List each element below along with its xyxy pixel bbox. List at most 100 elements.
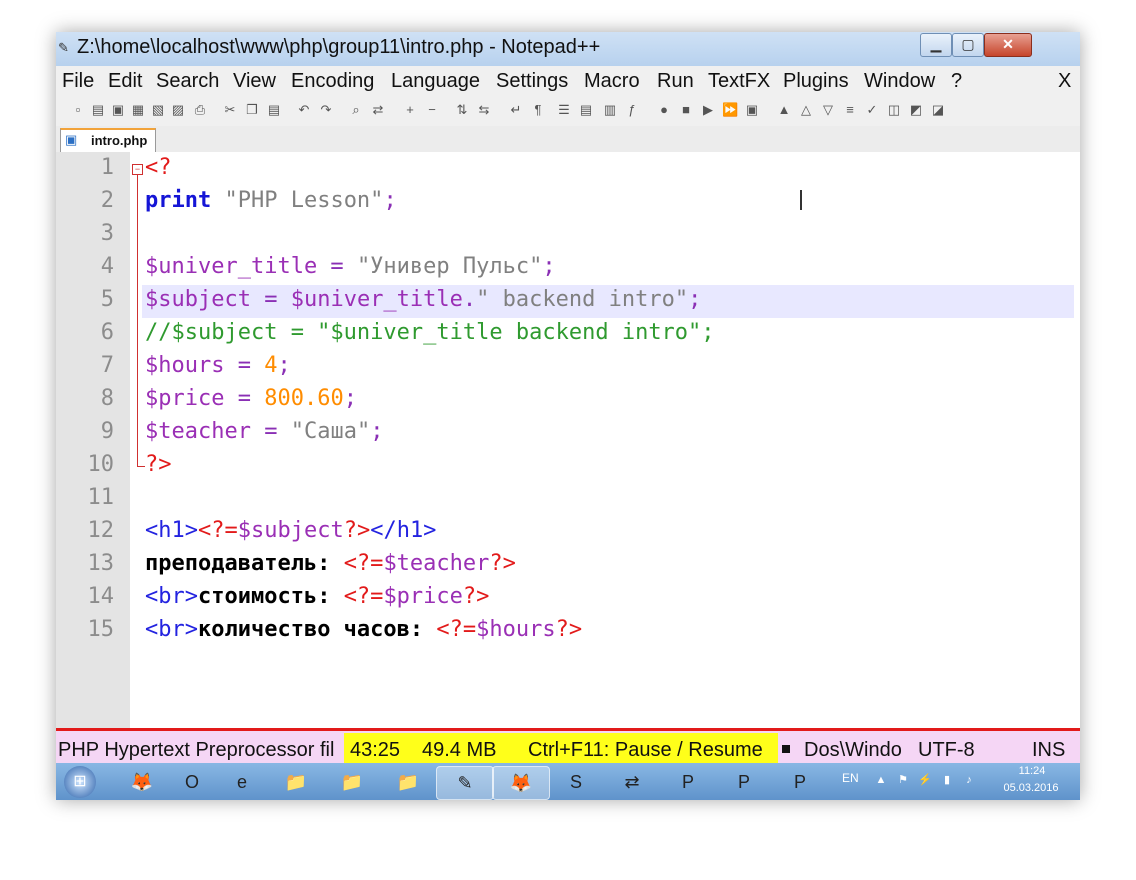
skype-icon[interactable]: S bbox=[548, 766, 604, 798]
plugin-icon[interactable]: ≡ bbox=[842, 102, 858, 118]
code-token: <?= bbox=[436, 617, 477, 642]
code-line[interactable]: преподаватель: <?=$teacher?> bbox=[145, 551, 516, 576]
teamviewer-icon[interactable]: ⇄ bbox=[604, 766, 660, 798]
title-bar[interactable]: ✎ Z:\home\localhost\www\php\group11\intr… bbox=[56, 32, 1080, 66]
flag-icon[interactable]: ⚑ bbox=[896, 773, 910, 787]
doc-map-icon[interactable]: ▥ bbox=[602, 102, 618, 118]
code-line[interactable]: <h1><?=$subject?></h1> bbox=[145, 518, 436, 543]
fold-margin[interactable] bbox=[130, 152, 142, 728]
plugin4-icon[interactable]: ◪ bbox=[930, 102, 946, 118]
menu-language[interactable]: Language bbox=[391, 70, 480, 93]
new-file-icon[interactable]: ▫ bbox=[70, 102, 86, 118]
tab-intro-php[interactable]: ▣ intro.php bbox=[60, 128, 156, 153]
opera-icon[interactable]: O bbox=[164, 766, 220, 798]
record-macro-icon[interactable]: ● bbox=[656, 102, 672, 118]
indent-guide-icon[interactable]: ☰ bbox=[556, 102, 572, 118]
down-icon[interactable]: ▽ bbox=[820, 102, 836, 118]
plugin2-icon[interactable]: ◫ bbox=[886, 102, 902, 118]
powerpoint-icon[interactable]: P bbox=[660, 766, 716, 798]
cut-icon[interactable]: ✂ bbox=[222, 102, 238, 118]
menu-window[interactable]: Window bbox=[864, 70, 935, 93]
zoom-in-icon[interactable]: + bbox=[402, 102, 418, 118]
close-icon[interactable]: ▧ bbox=[150, 102, 166, 118]
code-token: <?= bbox=[343, 584, 384, 609]
run-macro-icon[interactable]: ⏩ bbox=[722, 102, 738, 118]
code-line[interactable]: $price = 800.60; bbox=[145, 386, 357, 411]
menu-plugins[interactable]: Plugins bbox=[783, 70, 849, 93]
code-line[interactable]: <br>количество часов: <?=$hours?> bbox=[145, 617, 582, 642]
menu-file[interactable]: File bbox=[62, 70, 94, 93]
firefox-icon[interactable]: 🦊 bbox=[114, 766, 170, 798]
toolbar: ▫ ▤ ▣ ▦ ▧ ▨ ⎙ ✂ ❐ ▤ ↶ ↷ ⌕ ⇄ + − ⇅ ⇆ ↵ ¶ … bbox=[56, 96, 1080, 127]
print-icon[interactable]: ⎙ bbox=[192, 102, 208, 118]
copy-icon[interactable]: ❐ bbox=[244, 102, 260, 118]
ie-icon[interactable]: e bbox=[214, 766, 270, 798]
fold-collapse-icon[interactable]: − bbox=[132, 164, 143, 175]
spell-check-icon[interactable]: ✓ bbox=[864, 102, 880, 118]
save-all-icon[interactable]: ▦ bbox=[130, 102, 146, 118]
maximize-button[interactable]: ▢ bbox=[952, 33, 984, 57]
code-line[interactable]: ?> bbox=[145, 452, 172, 477]
menu-help[interactable]: ? bbox=[951, 70, 962, 93]
find-icon[interactable]: ⌕ bbox=[348, 102, 364, 118]
undo-icon[interactable]: ↶ bbox=[296, 102, 312, 118]
stop-macro-icon[interactable]: ■ bbox=[678, 102, 694, 118]
folder-icon[interactable]: 📁 bbox=[380, 766, 436, 798]
menu-edit[interactable]: Edit bbox=[108, 70, 142, 93]
sync-h-icon[interactable]: ⇆ bbox=[476, 102, 492, 118]
plugin3-icon[interactable]: ◩ bbox=[908, 102, 924, 118]
close-all-icon[interactable]: ▨ bbox=[170, 102, 186, 118]
notepadpp-window: ✎ Z:\home\localhost\www\php\group11\intr… bbox=[56, 32, 1080, 800]
menu-settings[interactable]: Settings bbox=[496, 70, 568, 93]
folder-icon[interactable]: 📁 bbox=[268, 766, 324, 798]
udl-icon[interactable]: ▤ bbox=[578, 102, 594, 118]
line-number: 9 bbox=[100, 419, 114, 444]
save-macro-icon[interactable]: ▣ bbox=[744, 102, 760, 118]
firefox-icon[interactable]: 🦊 bbox=[492, 766, 550, 800]
zoom-out-icon[interactable]: − bbox=[424, 102, 440, 118]
open-file-icon[interactable]: ▤ bbox=[90, 102, 106, 118]
power-icon[interactable]: ⚡ bbox=[918, 773, 932, 787]
word-wrap-icon[interactable]: ↵ bbox=[508, 102, 524, 118]
notepadpp-icon[interactable]: ✎ bbox=[436, 766, 494, 800]
close-document-button[interactable]: X bbox=[1058, 70, 1071, 93]
menu-search[interactable]: Search bbox=[156, 70, 219, 93]
menu-encoding[interactable]: Encoding bbox=[291, 70, 374, 93]
code-editor[interactable]: − 1 <? 2 print "PHP Lesson"; 3 4 $univer_title… bbox=[56, 152, 1080, 728]
tray-expand-icon[interactable]: ▲ bbox=[874, 773, 888, 787]
code-line[interactable]: <? bbox=[145, 155, 172, 180]
code-line[interactable]: //$subject = "$univer_title backend intr… bbox=[145, 320, 715, 345]
menu-view[interactable]: View bbox=[233, 70, 276, 93]
code-line[interactable]: $univer_title = "Универ Пульс"; bbox=[145, 254, 556, 279]
redo-icon[interactable]: ↷ bbox=[318, 102, 334, 118]
menu-run[interactable]: Run bbox=[657, 70, 694, 93]
function-list-icon[interactable]: ƒ bbox=[624, 102, 640, 118]
volume-icon[interactable]: ♪ bbox=[962, 773, 976, 787]
clock-date[interactable]: 05.03.2016 bbox=[996, 782, 1066, 794]
code-line[interactable]: $subject = $univer_title." backend intro… bbox=[145, 287, 701, 312]
code-line[interactable]: $teacher = "Саша"; bbox=[145, 419, 383, 444]
language-indicator[interactable]: EN bbox=[842, 771, 859, 785]
sync-v-icon[interactable]: ⇅ bbox=[454, 102, 470, 118]
up-icon[interactable]: ▲ bbox=[776, 102, 792, 118]
powerpoint-icon[interactable]: P bbox=[716, 766, 772, 798]
code-token: $teacher bbox=[383, 551, 490, 576]
menu-macro[interactable]: Macro bbox=[584, 70, 640, 93]
network-icon[interactable]: ▮ bbox=[940, 773, 954, 787]
menu-textfx[interactable]: TextFX bbox=[708, 70, 770, 93]
minimize-button[interactable]: ▁ bbox=[920, 33, 952, 57]
windows-start-icon[interactable]: ⊞ bbox=[64, 766, 96, 798]
save-icon[interactable]: ▣ bbox=[110, 102, 126, 118]
show-all-chars-icon[interactable]: ¶ bbox=[530, 102, 546, 118]
close-button[interactable]: ✕ bbox=[984, 33, 1032, 57]
play-macro-icon[interactable]: ▶ bbox=[700, 102, 716, 118]
folder-icon[interactable]: 📁 bbox=[324, 766, 380, 798]
code-line[interactable]: <br>стоимость: <?=$price?> bbox=[145, 584, 489, 609]
code-line[interactable]: $hours = 4; bbox=[145, 353, 291, 378]
replace-icon[interactable]: ⇄ bbox=[370, 102, 386, 118]
code-line[interactable]: print "PHP Lesson"; bbox=[145, 188, 397, 213]
up2-icon[interactable]: △ bbox=[798, 102, 814, 118]
clock-time[interactable]: 11:24 bbox=[1002, 765, 1062, 777]
paste-icon[interactable]: ▤ bbox=[266, 102, 282, 118]
powerpoint-icon[interactable]: P bbox=[772, 766, 828, 798]
